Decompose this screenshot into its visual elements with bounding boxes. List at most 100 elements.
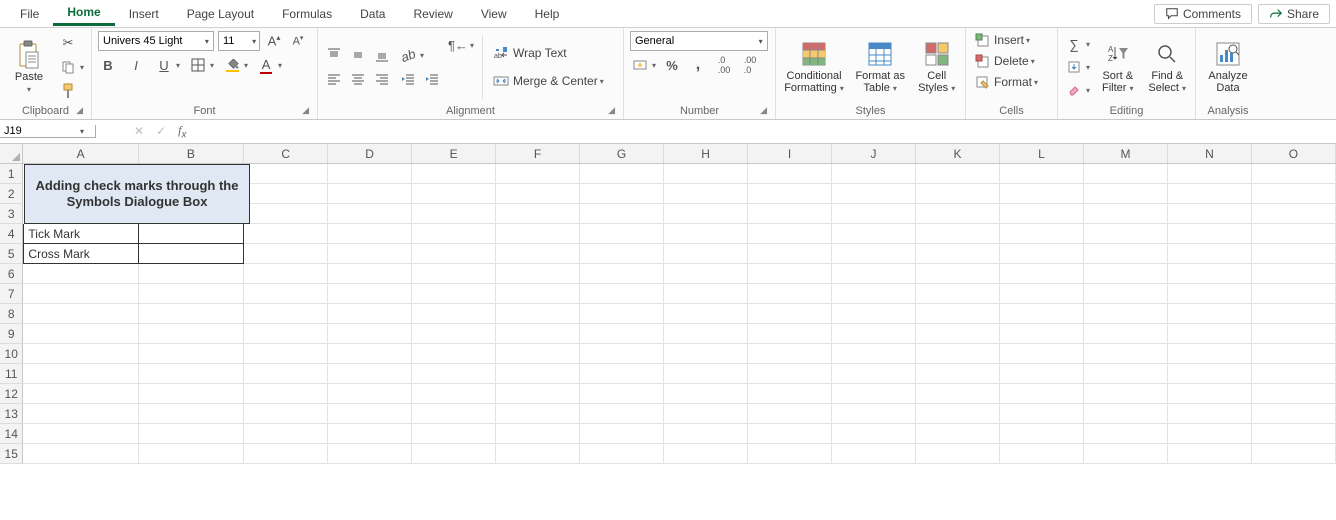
row-head[interactable]: 10	[0, 344, 23, 364]
cell[interactable]	[23, 324, 138, 344]
tab-page-layout[interactable]: Page Layout	[173, 3, 268, 25]
cell[interactable]	[139, 404, 244, 424]
cell[interactable]	[496, 164, 580, 184]
tab-review[interactable]: Review	[399, 3, 466, 25]
cell[interactable]	[1168, 444, 1252, 464]
col-head[interactable]: F	[496, 144, 580, 163]
tab-home[interactable]: Home	[53, 1, 114, 26]
cell[interactable]	[748, 384, 832, 404]
cell[interactable]	[244, 224, 328, 244]
cell[interactable]	[23, 384, 138, 404]
cell[interactable]	[1168, 204, 1252, 224]
col-head[interactable]: O	[1252, 144, 1336, 163]
align-right-button[interactable]	[372, 69, 392, 89]
cell[interactable]	[1084, 384, 1168, 404]
cell[interactable]	[328, 264, 412, 284]
cell[interactable]	[664, 284, 748, 304]
cell[interactable]	[412, 224, 496, 244]
cell[interactable]	[1000, 324, 1084, 344]
cell[interactable]	[916, 164, 1000, 184]
cell[interactable]	[244, 164, 328, 184]
cell[interactable]	[244, 244, 328, 264]
cell[interactable]	[412, 304, 496, 324]
cell[interactable]	[664, 204, 748, 224]
cell[interactable]	[1000, 304, 1084, 324]
cell[interactable]	[1252, 204, 1336, 224]
cell[interactable]	[580, 264, 664, 284]
cell[interactable]	[328, 244, 412, 264]
cell[interactable]	[1252, 384, 1336, 404]
cell[interactable]	[1000, 224, 1084, 244]
cell[interactable]	[748, 444, 832, 464]
borders-button[interactable]	[188, 55, 208, 75]
cut-button[interactable]: ✂	[58, 33, 78, 53]
cell[interactable]	[1000, 164, 1084, 184]
cell[interactable]	[580, 404, 664, 424]
cell[interactable]	[580, 204, 664, 224]
format-as-table-button[interactable]: Format as Table ▾	[852, 40, 908, 95]
cell[interactable]	[832, 384, 916, 404]
cell[interactable]	[1000, 284, 1084, 304]
tab-formulas[interactable]: Formulas	[268, 3, 346, 25]
cell[interactable]	[580, 344, 664, 364]
cell[interactable]	[1252, 264, 1336, 284]
cell[interactable]	[748, 264, 832, 284]
chevron-down-icon[interactable]: ▾	[470, 41, 474, 50]
cell[interactable]	[832, 204, 916, 224]
cell[interactable]	[1000, 344, 1084, 364]
tab-insert[interactable]: Insert	[115, 3, 173, 25]
cell[interactable]	[244, 204, 328, 224]
cell[interactable]	[748, 324, 832, 344]
cell[interactable]	[832, 244, 916, 264]
cell[interactable]	[1084, 404, 1168, 424]
cell[interactable]	[23, 444, 138, 464]
rtl-button[interactable]: ¶←	[448, 35, 468, 55]
cell[interactable]	[832, 424, 916, 444]
cell[interactable]	[1000, 184, 1084, 204]
cell[interactable]	[244, 384, 328, 404]
cell[interactable]	[1252, 304, 1336, 324]
col-head[interactable]: B	[139, 144, 244, 163]
cell[interactable]	[1252, 404, 1336, 424]
cell[interactable]	[496, 364, 580, 384]
cell[interactable]	[412, 444, 496, 464]
insert-cells-button[interactable]: Insert ▾	[972, 31, 1032, 49]
cancel-formula-icon[interactable]: ✕	[134, 124, 144, 138]
font-size-combo[interactable]: ▾	[218, 31, 260, 51]
cell[interactable]	[832, 164, 916, 184]
cell[interactable]	[916, 224, 1000, 244]
cell[interactable]	[244, 184, 328, 204]
cell[interactable]	[1084, 184, 1168, 204]
cell[interactable]	[1000, 404, 1084, 424]
decrease-decimal-button[interactable]: .00.0	[740, 55, 760, 75]
cell[interactable]	[1168, 304, 1252, 324]
cell[interactable]	[412, 164, 496, 184]
cell[interactable]	[664, 244, 748, 264]
cell[interactable]	[1252, 364, 1336, 384]
underline-button[interactable]: U	[154, 55, 174, 75]
increase-indent-button[interactable]	[422, 69, 442, 89]
cell[interactable]	[328, 424, 412, 444]
cell[interactable]	[832, 264, 916, 284]
row-head[interactable]: 9	[0, 324, 23, 344]
cell[interactable]	[664, 264, 748, 284]
cell[interactable]	[23, 304, 138, 324]
cell[interactable]	[244, 304, 328, 324]
cell[interactable]	[496, 304, 580, 324]
col-head[interactable]: C	[244, 144, 328, 163]
accounting-format-button[interactable]	[630, 55, 650, 75]
cell[interactable]	[496, 224, 580, 244]
cell[interactable]	[1000, 444, 1084, 464]
align-left-button[interactable]	[324, 69, 344, 89]
cell[interactable]	[328, 344, 412, 364]
select-all-corner[interactable]	[0, 144, 23, 163]
cell[interactable]	[23, 264, 138, 284]
number-format-input[interactable]	[631, 35, 754, 47]
sort-filter-button[interactable]: AZ Sort & Filter ▾	[1096, 40, 1139, 95]
dialog-launcher-number[interactable]: ◢	[760, 105, 767, 116]
cell[interactable]	[1168, 324, 1252, 344]
align-center-button[interactable]	[348, 69, 368, 89]
percent-button[interactable]: %	[662, 55, 682, 75]
col-head[interactable]: H	[664, 144, 748, 163]
cell[interactable]	[832, 184, 916, 204]
